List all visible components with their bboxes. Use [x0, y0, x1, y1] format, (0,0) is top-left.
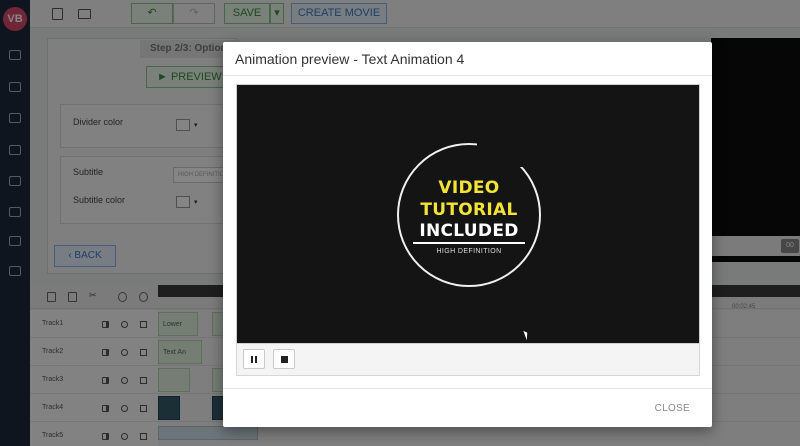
- stop-icon: [281, 356, 288, 363]
- video-title-line3: INCLUDED: [419, 221, 519, 241]
- stop-button[interactable]: [273, 349, 295, 369]
- animation-video-player[interactable]: VIDEO TUTORIAL INCLUDED HIGH DEFINITION: [236, 84, 700, 344]
- pause-icon-bar: [251, 356, 253, 363]
- close-button[interactable]: CLOSE: [655, 403, 690, 414]
- video-title-line1: VIDEO: [438, 178, 500, 198]
- modal-title: Animation preview - Text Animation 4: [235, 51, 465, 67]
- pause-icon-bar: [255, 356, 257, 363]
- video-divider: [413, 242, 525, 244]
- modal-header: Animation preview - Text Animation 4: [223, 42, 712, 76]
- pause-button[interactable]: [243, 349, 265, 369]
- modal-footer: CLOSE: [223, 388, 712, 427]
- video-subtitle: HIGH DEFINITION: [436, 248, 502, 255]
- video-title-line2: TUTORIAL: [420, 200, 518, 220]
- animation-preview-modal: Animation preview - Text Animation 4 VID…: [223, 42, 712, 427]
- animation-ring-gap: [477, 141, 547, 167]
- player-controls: [236, 344, 700, 376]
- mouse-cursor-icon: [523, 329, 530, 341]
